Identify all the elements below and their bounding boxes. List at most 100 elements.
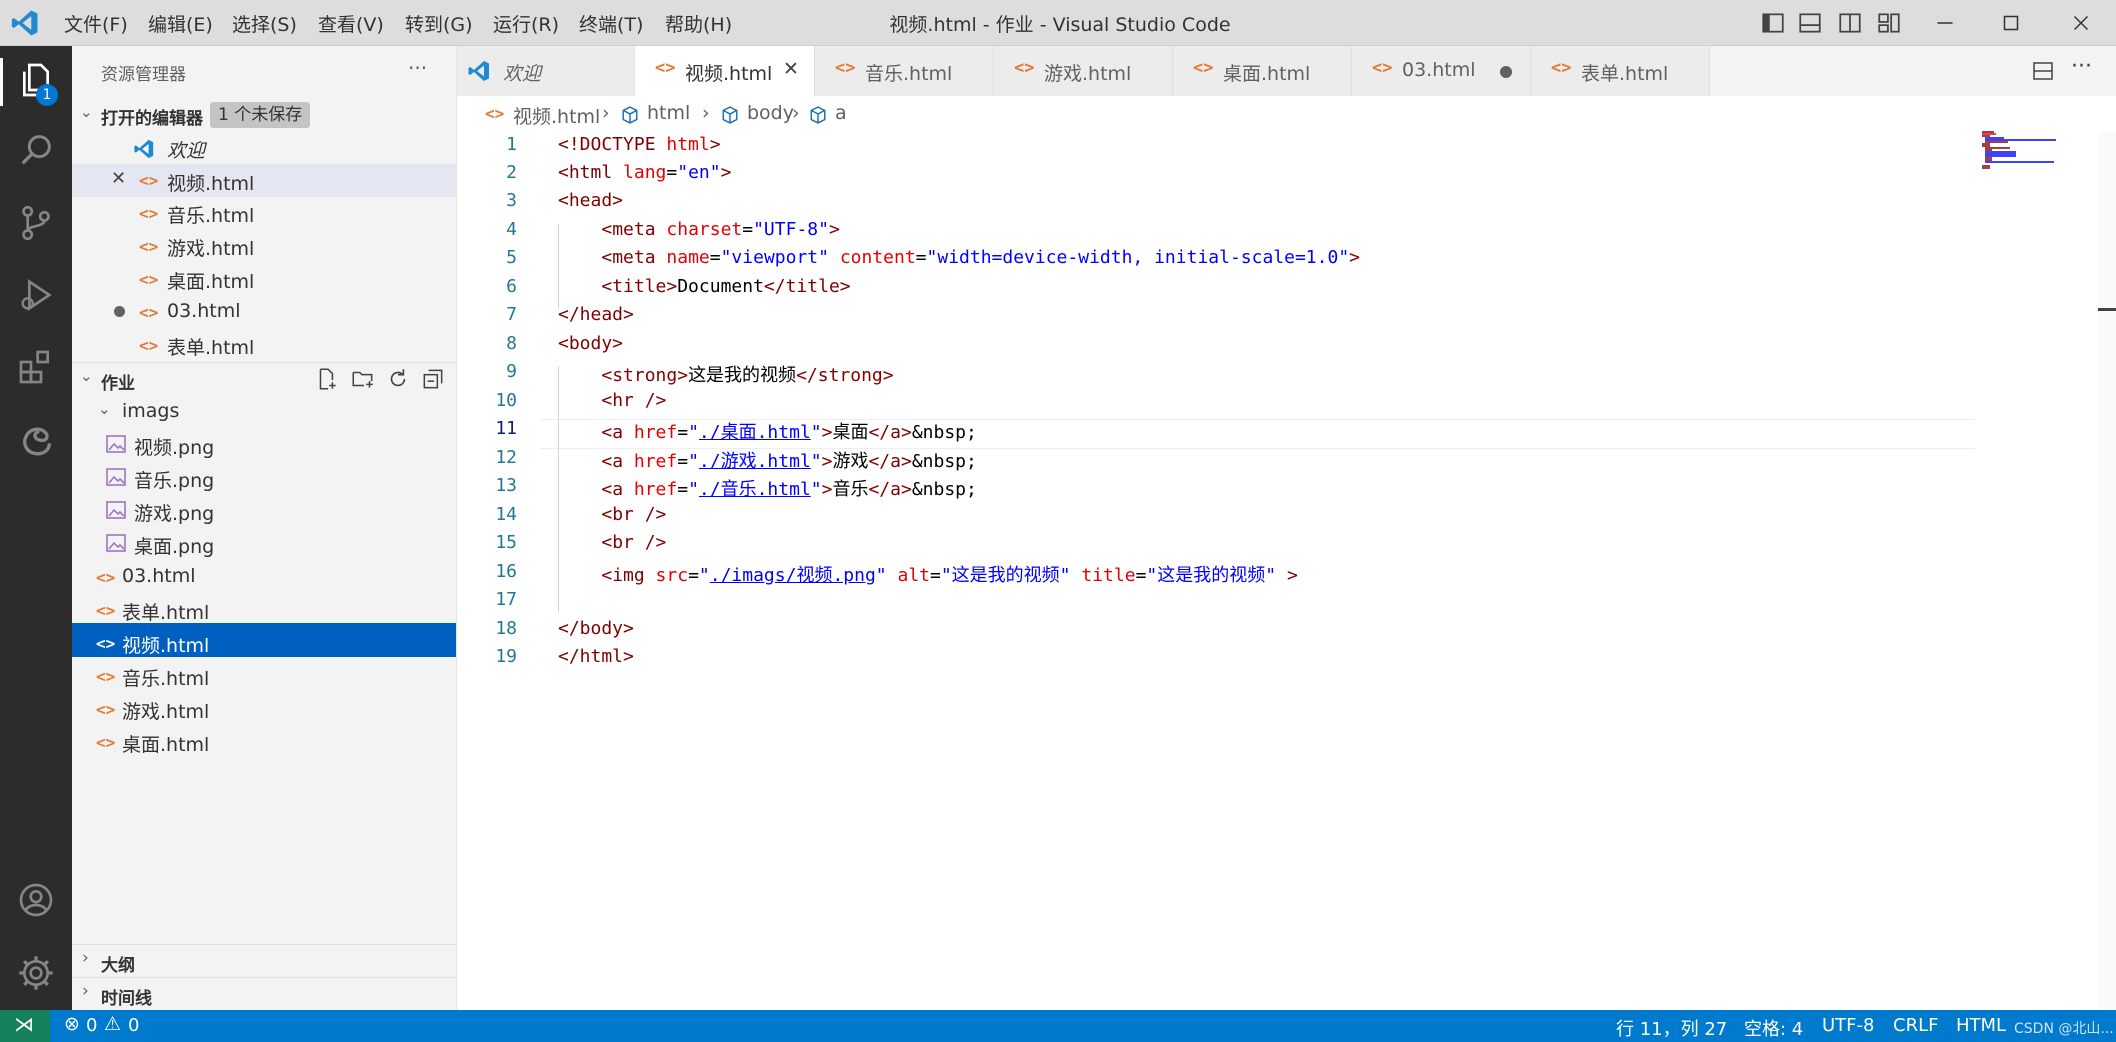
close-tab-icon[interactable]: ✕ bbox=[783, 58, 799, 80]
file-game-png[interactable]: 游戏.png bbox=[134, 499, 214, 526]
open-editor-desktop[interactable]: 桌面.html bbox=[167, 267, 254, 294]
minimize-icon[interactable] bbox=[1932, 10, 1958, 36]
indentation[interactable]: 空格: 4 bbox=[1744, 1015, 1803, 1041]
tab-desktop[interactable]: <> 桌面.html bbox=[1173, 46, 1352, 96]
open-editor-video[interactable]: 视频.html bbox=[167, 169, 254, 196]
remote-icon[interactable]: ⋊ bbox=[14, 1012, 34, 1036]
activity-bar bbox=[0, 46, 72, 1010]
accounts-icon[interactable] bbox=[16, 880, 56, 920]
language-mode[interactable]: HTML bbox=[1956, 1015, 2006, 1036]
html-file-icon: <> bbox=[96, 667, 116, 686]
timeline-header[interactable]: 时间线 bbox=[101, 984, 152, 1009]
source-control-icon[interactable] bbox=[16, 203, 56, 243]
toggle-panel-icon[interactable] bbox=[1797, 10, 1823, 36]
file-game-html[interactable]: 游戏.html bbox=[122, 697, 209, 724]
open-editor-03[interactable]: 03.html bbox=[167, 300, 241, 322]
more-actions-icon[interactable]: ··· bbox=[2071, 54, 2092, 79]
settings-gear-icon[interactable] bbox=[16, 953, 56, 993]
line-number: 1 bbox=[506, 134, 517, 155]
line-number: 15 bbox=[495, 532, 517, 553]
file-video-html[interactable]: 视频.html bbox=[122, 631, 209, 658]
warning-count[interactable]: 0 bbox=[128, 1015, 139, 1036]
code-line: <!DOCTYPE html> bbox=[558, 134, 721, 155]
toggle-primary-sidebar-icon[interactable] bbox=[1760, 10, 1786, 36]
line-number: 6 bbox=[506, 276, 517, 297]
menu-file[interactable]: 文件(F) bbox=[64, 10, 128, 37]
tab-welcome[interactable]: 欢迎 bbox=[457, 46, 635, 96]
customize-layout-icon[interactable] bbox=[1876, 10, 1902, 36]
image-file-icon bbox=[106, 501, 126, 519]
tab-video-active[interactable]: <> 视频.html ✕ bbox=[635, 46, 815, 96]
refresh-icon[interactable] bbox=[385, 366, 411, 392]
outline-header[interactable]: 大纲 bbox=[101, 951, 135, 976]
file-video-png[interactable]: 视频.png bbox=[134, 433, 214, 460]
open-editors-header[interactable]: 打开的编辑器 bbox=[101, 104, 203, 129]
search-icon[interactable] bbox=[16, 130, 56, 170]
workspace-header[interactable]: 作业 bbox=[101, 369, 135, 394]
file-desktop-png[interactable]: 桌面.png bbox=[134, 532, 214, 559]
html-file-icon: <> bbox=[96, 601, 116, 620]
warning-icon[interactable]: ⚠ bbox=[104, 1013, 121, 1035]
run-debug-icon[interactable] bbox=[16, 275, 56, 315]
chevron-right-icon[interactable]: › bbox=[82, 981, 89, 1001]
file-music-html[interactable]: 音乐.html bbox=[122, 664, 209, 691]
error-count[interactable]: 0 bbox=[86, 1015, 97, 1036]
error-icon[interactable]: ⊗ bbox=[64, 1013, 80, 1035]
chevron-down-icon[interactable]: ⌄ bbox=[80, 367, 93, 385]
split-editor-icon[interactable] bbox=[2031, 59, 2055, 83]
tab-music[interactable]: <> 音乐.html bbox=[815, 46, 994, 96]
line-number: 9 bbox=[506, 361, 517, 382]
breadcrumb-file[interactable]: 视频.html bbox=[513, 102, 600, 129]
maximize-icon[interactable] bbox=[1998, 10, 2024, 36]
unsaved-dot-icon[interactable] bbox=[1500, 66, 1512, 78]
watermark: CSDN @北山... bbox=[2014, 1021, 2114, 1037]
tab-label: 桌面.html bbox=[1223, 63, 1311, 85]
toggle-secondary-sidebar-icon[interactable] bbox=[1837, 10, 1863, 36]
more-actions-icon[interactable]: ··· bbox=[408, 56, 427, 80]
open-editor-hover-row bbox=[72, 164, 456, 197]
folder-imags[interactable]: imags bbox=[122, 400, 179, 422]
breadcrumb-html[interactable]: html bbox=[647, 102, 690, 124]
chevron-down-icon[interactable]: ⌄ bbox=[98, 400, 111, 418]
menu-terminal[interactable]: 终端(T) bbox=[579, 10, 643, 37]
breadcrumb-body[interactable]: body bbox=[747, 102, 794, 124]
collapse-all-icon[interactable] bbox=[420, 366, 446, 392]
encoding[interactable]: UTF-8 bbox=[1822, 1015, 1874, 1036]
new-file-icon[interactable] bbox=[314, 366, 340, 392]
close-editor-icon[interactable]: ✕ bbox=[111, 168, 126, 189]
file-desktop-html[interactable]: 桌面.html bbox=[122, 730, 209, 757]
tab-03[interactable]: <> 03.html bbox=[1352, 46, 1531, 96]
menu-help[interactable]: 帮助(H) bbox=[665, 10, 732, 37]
tab-form[interactable]: <> 表单.html bbox=[1531, 46, 1710, 96]
vertical-scrollbar[interactable] bbox=[2098, 132, 2116, 1010]
minimap[interactable] bbox=[1980, 130, 2060, 170]
html-file-icon: <> bbox=[655, 58, 676, 78]
vscode-welcome-icon bbox=[468, 61, 489, 81]
open-editor-game[interactable]: 游戏.html bbox=[167, 234, 254, 261]
explorer-badge: 1 bbox=[36, 84, 58, 106]
close-window-icon[interactable] bbox=[2068, 10, 2094, 36]
menu-go[interactable]: 转到(G) bbox=[405, 10, 473, 37]
breadcrumb-a[interactable]: a bbox=[835, 102, 847, 124]
unsaved-dot-icon bbox=[114, 306, 125, 317]
file-music-png[interactable]: 音乐.png bbox=[134, 466, 214, 493]
menu-run[interactable]: 运行(R) bbox=[493, 10, 559, 37]
end-of-line[interactable]: CRLF bbox=[1893, 1015, 1938, 1036]
file-form-html[interactable]: 表单.html bbox=[122, 598, 209, 625]
code-line: <a href="./音乐.html">音乐</a>&nbsp; bbox=[601, 479, 977, 500]
menu-edit[interactable]: 编辑(E) bbox=[148, 10, 213, 37]
menu-selection[interactable]: 选择(S) bbox=[232, 10, 297, 37]
menu-view[interactable]: 查看(V) bbox=[318, 10, 384, 37]
edge-browser-icon[interactable] bbox=[16, 420, 56, 460]
new-folder-icon[interactable] bbox=[350, 366, 376, 392]
extensions-icon[interactable] bbox=[16, 347, 56, 387]
open-editor-form[interactable]: 表单.html bbox=[167, 333, 254, 360]
open-editor-welcome[interactable]: 欢迎 bbox=[167, 136, 205, 163]
chevron-down-icon[interactable]: ⌄ bbox=[80, 103, 93, 121]
section-divider bbox=[72, 944, 456, 945]
tab-game[interactable]: <> 游戏.html bbox=[994, 46, 1173, 96]
file-03-html[interactable]: 03.html bbox=[122, 565, 196, 587]
open-editor-music[interactable]: 音乐.html bbox=[167, 201, 254, 228]
chevron-right-icon[interactable]: › bbox=[82, 948, 89, 968]
cursor-position[interactable]: 行 11，列 27 bbox=[1616, 1015, 1727, 1041]
